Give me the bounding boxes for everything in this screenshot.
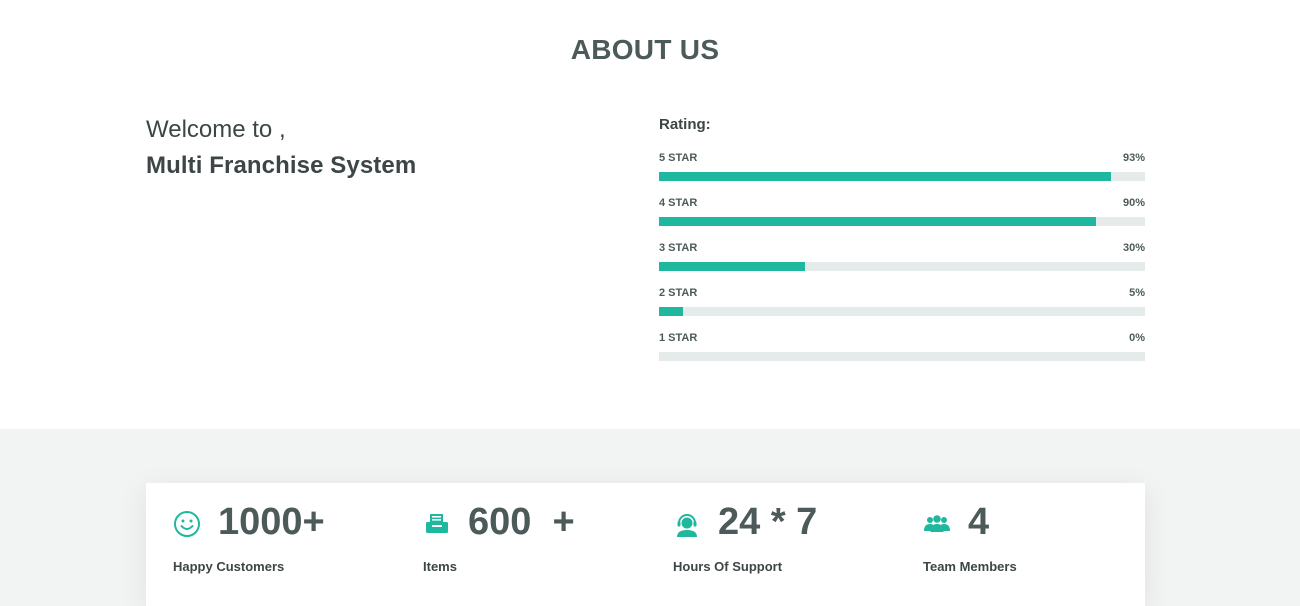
rating-percent: 93% <box>1122 152 1145 164</box>
smiley-icon <box>174 511 200 537</box>
rating-row-5: 5 STAR 93% <box>659 152 1145 197</box>
stat-number: 600 + <box>468 501 575 543</box>
stat-label: Hours Of Support <box>673 559 783 574</box>
stat-card-items: 600 + Items <box>396 483 646 606</box>
stat-label: Happy Customers <box>173 559 285 574</box>
rating-star-label: 1 STAR <box>659 332 698 344</box>
rating-bar-track <box>659 217 1145 226</box>
stat-number: 4 <box>968 501 990 543</box>
rating-bar-fill <box>659 307 684 316</box>
rating-percent: 90% <box>1122 197 1145 209</box>
rating-percent: 30% <box>1122 242 1145 254</box>
rating-star-label: 4 STAR <box>659 197 698 209</box>
stat-card-team: 4 Team Members <box>896 483 1145 606</box>
rating-bar-track <box>659 307 1145 316</box>
rating-bar-fill <box>659 262 805 271</box>
welcome-heading: Welcome to , Multi Franchise System <box>146 114 416 186</box>
rating-bar-fill <box>659 172 1111 181</box>
rating-panel: Rating: 5 STAR 93% 4 STAR 90% 3 STAR 30%… <box>659 116 1145 377</box>
rating-row-2: 2 STAR 5% <box>659 287 1145 332</box>
headset-support-icon <box>677 514 697 537</box>
rating-star-label: 5 STAR <box>659 152 698 164</box>
stat-card-support: 24 * 7 Hours Of Support <box>646 483 896 606</box>
welcome-line: Welcome to , <box>146 116 286 143</box>
rating-percent: 0% <box>1129 332 1145 344</box>
stat-label: Items <box>423 559 457 574</box>
stat-card-customers: 1000+ Happy Customers <box>146 483 396 606</box>
rating-star-label: 2 STAR <box>659 287 698 299</box>
stat-number: 1000+ <box>218 501 325 543</box>
system-name: Multi Franchise System <box>146 152 417 179</box>
stat-label: Team Members <box>923 559 1017 574</box>
rating-bar-track <box>659 352 1145 361</box>
rating-row-4: 4 STAR 90% <box>659 197 1145 242</box>
rating-label: Rating: <box>659 116 711 133</box>
rating-bar-fill <box>659 217 1097 226</box>
printer-icon <box>426 514 448 533</box>
stats-row: 1000+ Happy Customers 600 + Items 24 * 7… <box>146 483 1145 606</box>
rating-row-3: 3 STAR 30% <box>659 242 1145 287</box>
about-title: ABOUT US <box>570 34 720 65</box>
team-icon <box>924 515 950 532</box>
rating-star-label: 3 STAR <box>659 242 698 254</box>
stat-number: 24 * 7 <box>718 501 818 543</box>
rating-percent: 5% <box>1129 287 1145 299</box>
rating-row-1: 1 STAR 0% <box>659 332 1145 377</box>
rating-bar-track <box>659 172 1145 181</box>
rating-bar-track <box>659 262 1145 271</box>
